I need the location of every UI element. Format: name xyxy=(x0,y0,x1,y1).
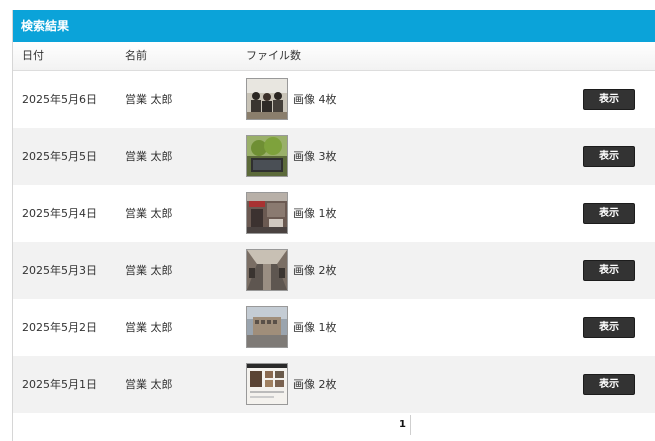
row-date: 2025年5月3日 xyxy=(22,264,97,277)
page-number-current[interactable]: 1 xyxy=(395,415,411,435)
row-file-count: 画像 1枚 xyxy=(293,207,337,220)
row-file-count: 画像 2枚 xyxy=(293,264,337,277)
pagination: 1 xyxy=(395,412,411,435)
row-name: 営業 太郎 xyxy=(125,321,173,334)
panel-title: 検索結果 xyxy=(13,10,655,42)
table-row: 2025年5月2日 営業 太郎 画像 1枚 表示 xyxy=(13,299,655,356)
thumbnail-image[interactable] xyxy=(246,249,288,291)
row-file-count: 画像 1枚 xyxy=(293,321,337,334)
row-file-count: 画像 2枚 xyxy=(293,378,337,391)
show-button[interactable]: 表示 xyxy=(583,317,635,338)
table-row: 2025年5月1日 営業 太郎 画像 2枚 表示 xyxy=(13,356,655,413)
row-name: 営業 太郎 xyxy=(125,207,173,220)
row-date: 2025年5月5日 xyxy=(22,150,97,163)
table-row: 2025年5月6日 営業 太郎 画像 4枚 表示 xyxy=(13,71,655,128)
row-date: 2025年5月6日 xyxy=(22,93,97,106)
table-header: 日付 名前 ファイル数 xyxy=(13,42,655,71)
row-name: 営業 太郎 xyxy=(125,150,173,163)
row-date: 2025年5月4日 xyxy=(22,207,97,220)
table-row: 2025年5月4日 営業 太郎 画像 1枚 表示 xyxy=(13,185,655,242)
row-file-count: 画像 4枚 xyxy=(293,93,337,106)
thumbnail-image[interactable] xyxy=(246,192,288,234)
column-header-files: ファイル数 xyxy=(246,49,301,62)
show-button[interactable]: 表示 xyxy=(583,260,635,281)
row-name: 営業 太郎 xyxy=(125,93,173,106)
thumbnail-image[interactable] xyxy=(246,306,288,348)
row-date: 2025年5月1日 xyxy=(22,378,97,391)
row-name: 営業 太郎 xyxy=(125,264,173,277)
show-button[interactable]: 表示 xyxy=(583,89,635,110)
show-button[interactable]: 表示 xyxy=(583,203,635,224)
thumbnail-image[interactable] xyxy=(246,363,288,405)
thumbnail-image[interactable] xyxy=(246,135,288,177)
table-row: 2025年5月5日 営業 太郎 画像 3枚 表示 xyxy=(13,128,655,185)
thumbnail-image[interactable] xyxy=(246,78,288,120)
show-button[interactable]: 表示 xyxy=(583,146,635,167)
row-date: 2025年5月2日 xyxy=(22,321,97,334)
row-name: 営業 太郎 xyxy=(125,378,173,391)
column-header-name: 名前 xyxy=(125,49,147,62)
show-button[interactable]: 表示 xyxy=(583,374,635,395)
search-results-panel: 検索結果 日付 名前 ファイル数 2025年5月6日 営業 太郎 画像 4枚 表… xyxy=(12,10,655,441)
row-file-count: 画像 3枚 xyxy=(293,150,337,163)
column-header-date: 日付 xyxy=(22,49,44,62)
table-row: 2025年5月3日 営業 太郎 画像 2枚 表示 xyxy=(13,242,655,299)
